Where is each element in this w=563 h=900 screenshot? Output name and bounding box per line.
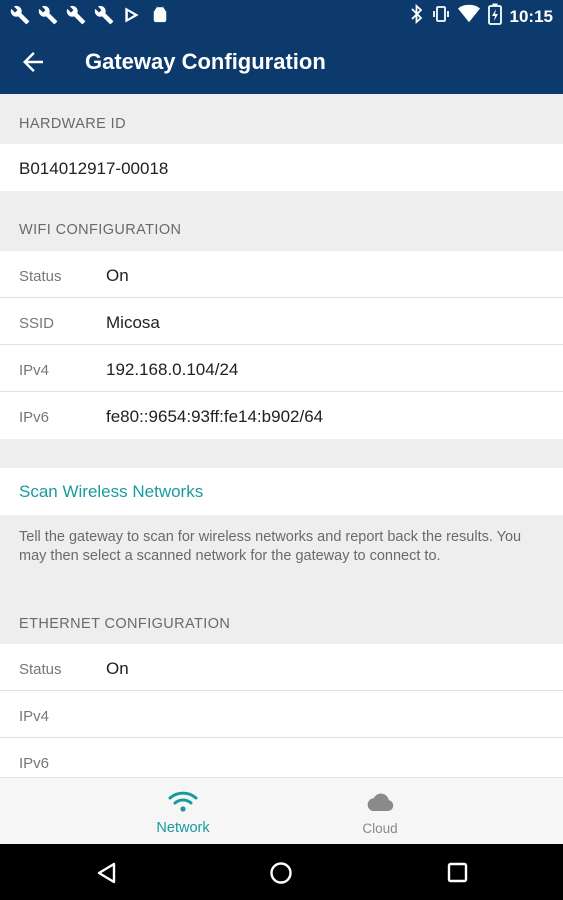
wrench-icon: [66, 4, 86, 26]
scan-description: Tell the gateway to scan for wireless ne…: [19, 529, 522, 564]
android-icon: [150, 4, 170, 26]
play-store-icon: [122, 4, 142, 26]
vibrate-icon: [432, 4, 450, 29]
wrench-icon: [38, 4, 58, 26]
system-status: 10:15: [410, 3, 553, 30]
row-value: Micosa: [106, 313, 160, 332]
row-label: Status: [19, 268, 62, 285]
wifi-config-section-header: WIFI CONFIGURATION: [0, 200, 563, 250]
ethernet-ipv4-row: IPv4: [0, 691, 563, 738]
ethernet-status-row: Status On: [0, 644, 563, 691]
status-clock: 10:15: [509, 6, 553, 26]
section-header-label: HARDWARE ID: [19, 116, 126, 132]
cloud-icon: [365, 790, 395, 814]
nav-item-label: Network: [156, 820, 210, 836]
status-bar: 10:15: [0, 0, 563, 30]
row-value: 192.168.0.104/24: [106, 360, 239, 379]
scan-wireless-networks-label: Scan Wireless Networks: [19, 482, 204, 501]
recents-square-icon[interactable]: [445, 860, 471, 886]
row-label: IPv6: [19, 755, 50, 772]
wifi-ipv4-row: IPv4 192.168.0.104/24: [0, 345, 563, 392]
row-value: On: [106, 266, 129, 285]
wifi-ssid-row: SSID Micosa: [0, 298, 563, 345]
hardware-id-row: B014012917-00018: [0, 144, 563, 191]
battery-charging-icon: [487, 3, 502, 30]
scan-wireless-networks-button[interactable]: Scan Wireless Networks: [0, 468, 563, 515]
nav-item-label: Cloud: [362, 821, 398, 836]
home-circle-icon[interactable]: [268, 860, 294, 886]
back-triangle-icon[interactable]: [94, 860, 120, 886]
row-label: SSID: [19, 315, 55, 332]
app-bar: Gateway Configuration: [0, 30, 563, 94]
row-label: IPv4: [19, 708, 50, 725]
ethernet-config-section-header: ETHERNET CONFIGURATION: [0, 594, 563, 644]
nav-item-cloud[interactable]: Cloud: [280, 778, 480, 845]
wifi-ipv6-row: IPv6 fe80::9654:93ff:fe14:b902/64: [0, 392, 563, 439]
wifi-status-row: Status On: [0, 251, 563, 298]
row-label: Status: [19, 661, 62, 678]
row-label: IPv4: [19, 362, 50, 379]
bottom-navigation: Network Cloud: [0, 777, 563, 844]
bluetooth-icon: [410, 3, 424, 29]
back-arrow-icon[interactable]: [18, 47, 48, 77]
section-header-label: ETHERNET CONFIGURATION: [19, 616, 231, 632]
wrench-icon: [10, 4, 30, 26]
wrench-icon: [94, 4, 114, 26]
wifi-signal-icon: [457, 4, 480, 29]
section-header-label: WIFI CONFIGURATION: [19, 222, 182, 238]
wifi-icon: [168, 790, 198, 814]
row-value: fe80::9654:93ff:fe14:b902/64: [106, 407, 324, 426]
hardware-id-value: B014012917-00018: [19, 159, 169, 178]
row-value: On: [106, 659, 129, 678]
hardware-id-section-header: HARDWARE ID: [0, 94, 563, 144]
row-label: IPv6: [19, 409, 50, 426]
nav-item-network[interactable]: Network: [83, 778, 283, 845]
notification-icons: [10, 4, 170, 26]
page-title: Gateway Configuration: [85, 49, 326, 74]
system-navigation-bar: [0, 844, 563, 900]
